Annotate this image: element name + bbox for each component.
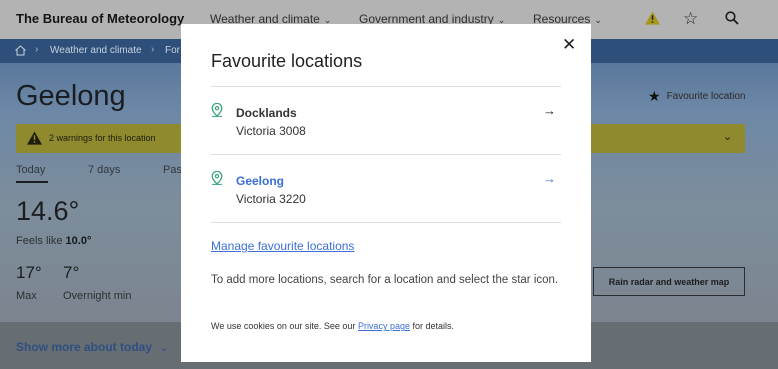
divider xyxy=(211,222,561,223)
favourite-location-label: Favourite location xyxy=(666,91,746,102)
current-temperature: 14.6° xyxy=(16,196,80,226)
cookie-prefix: We use cookies on our site. See our xyxy=(211,321,356,331)
privacy-page-link[interactable]: Privacy page xyxy=(358,321,410,331)
search-icon[interactable] xyxy=(725,11,739,25)
location-state: Victoria 3220 xyxy=(236,192,306,206)
min-label: Overnight min xyxy=(63,290,132,302)
location-pin-icon xyxy=(211,103,223,117)
divider xyxy=(211,86,561,87)
chevron-down-icon: ⌄ xyxy=(594,15,602,25)
arrow-right-icon[interactable]: → xyxy=(543,171,556,186)
location-name: Geelong xyxy=(236,174,285,188)
active-tab-indicator xyxy=(16,181,48,183)
help-text: To add more locations, search for a loca… xyxy=(211,274,559,286)
star-icon: ★ xyxy=(648,88,661,104)
breadcrumb-item[interactable]: Weather and climate xyxy=(50,45,142,56)
tab-past[interactable]: Pas xyxy=(163,164,182,176)
location-name: Docklands xyxy=(236,106,297,120)
divider xyxy=(211,154,561,155)
show-more-label: Show more about today xyxy=(16,340,153,354)
breadcrumb-separator: › xyxy=(151,44,155,55)
chevron-down-icon: ⌄ xyxy=(723,131,733,143)
close-icon[interactable]: ✕ xyxy=(562,35,576,55)
warnings-text: 2 warnings for this location xyxy=(49,133,156,143)
max-label: Max xyxy=(16,290,37,302)
favourite-location-toggle[interactable]: ★ Favourite location xyxy=(648,88,746,105)
page-title: Geelong xyxy=(16,80,126,112)
feels-like: Feels like 10.0° xyxy=(16,235,91,247)
min-temperature: 7° xyxy=(63,263,80,282)
warning-icon xyxy=(27,131,42,145)
favourite-location-geelong[interactable]: Geelong Victoria 3220 → xyxy=(211,171,561,211)
favourites-star-icon[interactable]: ☆ xyxy=(683,9,698,29)
manage-favourites-link[interactable]: Manage favourite locations xyxy=(211,239,354,253)
feels-like-label: Feels like xyxy=(16,235,63,247)
tab-7-days[interactable]: 7 days xyxy=(88,164,120,176)
chevron-down-icon: ⌄ xyxy=(160,343,169,354)
location-state: Victoria 3008 xyxy=(236,124,306,138)
warning-icon[interactable] xyxy=(645,11,660,25)
favourite-locations-modal: Favourite locations ✕ Docklands Victoria… xyxy=(181,24,591,362)
favourite-location-docklands[interactable]: Docklands Victoria 3008 → xyxy=(211,103,561,143)
site-brand[interactable]: The Bureau of Meteorology xyxy=(16,11,184,26)
tab-today[interactable]: Today xyxy=(16,164,45,176)
rain-radar-button[interactable]: Rain radar and weather map xyxy=(593,267,745,296)
home-icon[interactable] xyxy=(15,45,26,56)
show-more-button[interactable]: Show more about today ⌄ xyxy=(16,340,168,354)
location-pin-icon xyxy=(211,171,223,185)
breadcrumb-separator: › xyxy=(35,44,39,55)
feels-like-value: 10.0° xyxy=(65,235,92,247)
cookie-notice: We use cookies on our site. See our Priv… xyxy=(211,321,454,331)
modal-title: Favourite locations xyxy=(211,51,363,71)
breadcrumb-item[interactable]: For xyxy=(165,45,180,56)
cookie-suffix: for details. xyxy=(412,321,455,331)
arrow-right-icon[interactable]: → xyxy=(543,103,556,118)
max-temperature: 17° xyxy=(16,263,42,282)
